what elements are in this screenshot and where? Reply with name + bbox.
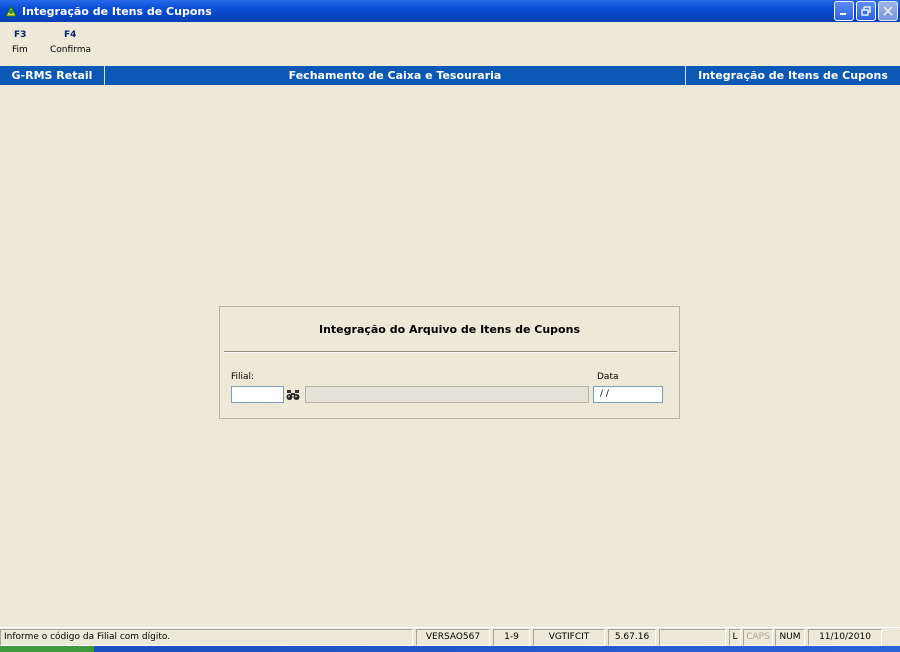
- window-controls: [834, 1, 898, 21]
- header-module: Fechamento de Caixa e Tesouraria: [105, 66, 686, 85]
- status-caps: CAPS: [743, 629, 773, 646]
- status-date: 11/10/2010: [808, 629, 882, 646]
- f4-key: F4: [64, 30, 77, 40]
- minimize-icon: [840, 13, 846, 15]
- close-button[interactable]: [878, 1, 898, 21]
- header-product: G-RMS Retail: [0, 66, 105, 85]
- restore-button[interactable]: [856, 1, 876, 21]
- f3-key: F3: [14, 30, 27, 40]
- status-bar: Informe o código da Filial com dígito. V…: [0, 627, 900, 646]
- filial-search-button[interactable]: [284, 386, 302, 403]
- window-title: Integração de Itens de Cupons: [22, 4, 212, 18]
- f4-confirma-button[interactable]: F4 Confirma: [46, 30, 94, 62]
- data-input[interactable]: / /: [593, 386, 663, 403]
- minimize-button[interactable]: [834, 1, 854, 21]
- confirma-label: Confirma: [50, 45, 91, 55]
- filial-label: Filial:: [231, 372, 255, 382]
- status-blank: [659, 629, 726, 646]
- data-label: Data: [597, 372, 619, 382]
- title-bar[interactable]: Integração de Itens de Cupons: [0, 0, 900, 22]
- module-header: G-RMS Retail Fechamento de Caixa e Tesou…: [0, 66, 900, 85]
- status-num: NUM: [775, 629, 805, 646]
- integration-panel: Integração do Arquivo de Itens de Cupons…: [219, 306, 680, 419]
- status-program: VGTIFCIT: [533, 629, 605, 646]
- status-code: 1-9: [493, 629, 530, 646]
- restore-icon: [861, 6, 871, 16]
- taskbar-strip: [0, 646, 900, 652]
- app-icon: [5, 5, 17, 17]
- f3-fim-button[interactable]: F3 Fim: [0, 30, 46, 62]
- panel-divider: [224, 351, 677, 353]
- fim-label: Fim: [12, 45, 28, 55]
- panel-title: Integração do Arquivo de Itens de Cupons: [319, 323, 580, 336]
- filial-description-field: [305, 386, 589, 403]
- function-key-toolbar: F3 Fim F4 Confirma: [0, 30, 94, 62]
- filial-input[interactable]: [231, 386, 284, 403]
- close-icon: [883, 6, 893, 16]
- status-message: Informe o código da Filial com dígito.: [0, 629, 413, 646]
- header-screen: Integração de Itens de Cupons: [698, 69, 888, 82]
- binoculars-icon: [286, 389, 300, 400]
- status-lock: L: [729, 629, 741, 646]
- status-version: VERSAO567: [416, 629, 490, 646]
- status-build: 5.67.16: [608, 629, 656, 646]
